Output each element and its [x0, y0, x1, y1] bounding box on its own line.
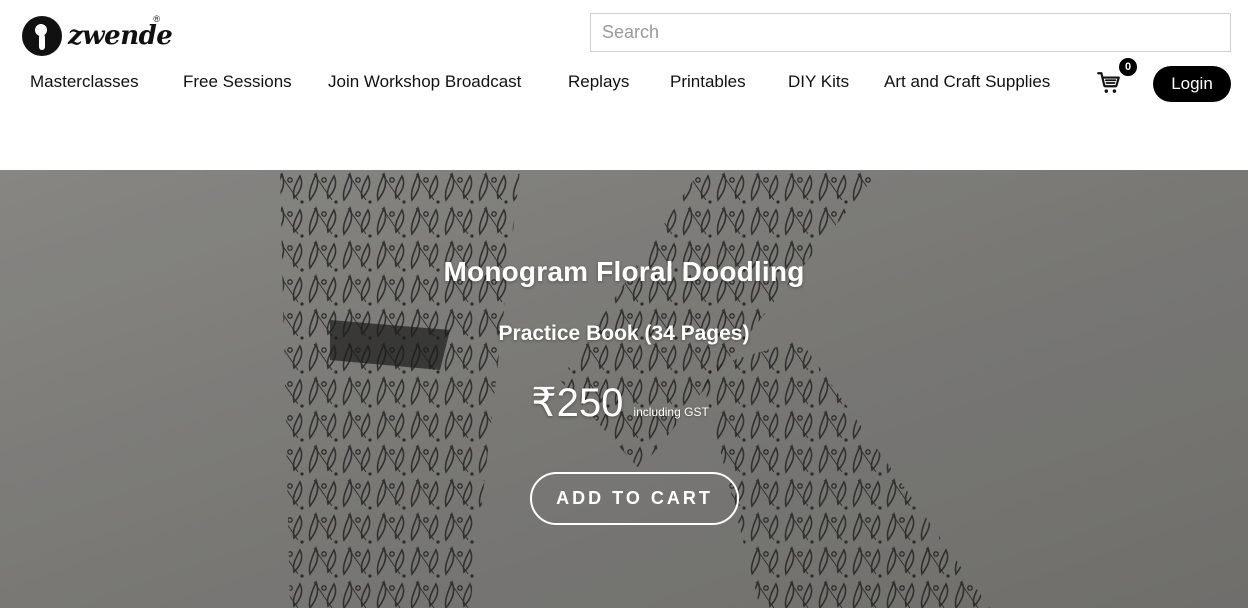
- nav-item-masterclasses[interactable]: Masterclasses: [30, 72, 139, 92]
- nav-item-art-and-craft-supplies[interactable]: Art and Craft Supplies: [884, 72, 1050, 92]
- product-subtitle: Practice Book (34 Pages): [498, 322, 750, 345]
- logo-text: zwende: [68, 21, 173, 51]
- cart-icon[interactable]: [1096, 70, 1122, 96]
- product-title: Monogram Floral Doodling: [443, 256, 805, 287]
- cart-count-badge: 0: [1119, 58, 1137, 76]
- hero-banner: Monogram Floral Doodling Practice Book (…: [0, 170, 1248, 608]
- price-note: including GST: [633, 405, 709, 419]
- nav-item-printables[interactable]: Printables: [670, 72, 746, 92]
- nav-item-join-workshop-broadcast[interactable]: Join Workshop Broadcast: [328, 72, 521, 92]
- nav-item-diy-kits[interactable]: DIY Kits: [788, 72, 849, 92]
- zwende-logo[interactable]: zwende ®: [22, 14, 173, 58]
- main-nav: Masterclasses Free Sessions Join Worksho…: [0, 66, 1248, 102]
- price-row: ₹250 including GST: [0, 380, 1248, 426]
- nav-item-free-sessions[interactable]: Free Sessions: [183, 72, 292, 92]
- nav-item-replays[interactable]: Replays: [568, 72, 629, 92]
- logo-mark-icon: [22, 16, 62, 56]
- search-input[interactable]: [590, 13, 1231, 52]
- add-to-cart-button[interactable]: ADD TO CART: [530, 472, 739, 525]
- login-button[interactable]: Login: [1153, 66, 1231, 102]
- hero-content: Monogram Floral Doodling Practice Book (…: [0, 170, 1248, 608]
- logo-registered-mark: ®: [153, 14, 160, 24]
- product-price: ₹250: [531, 381, 624, 425]
- site-header: zwende ® Masterclasses Free Sessions Joi…: [0, 0, 1248, 170]
